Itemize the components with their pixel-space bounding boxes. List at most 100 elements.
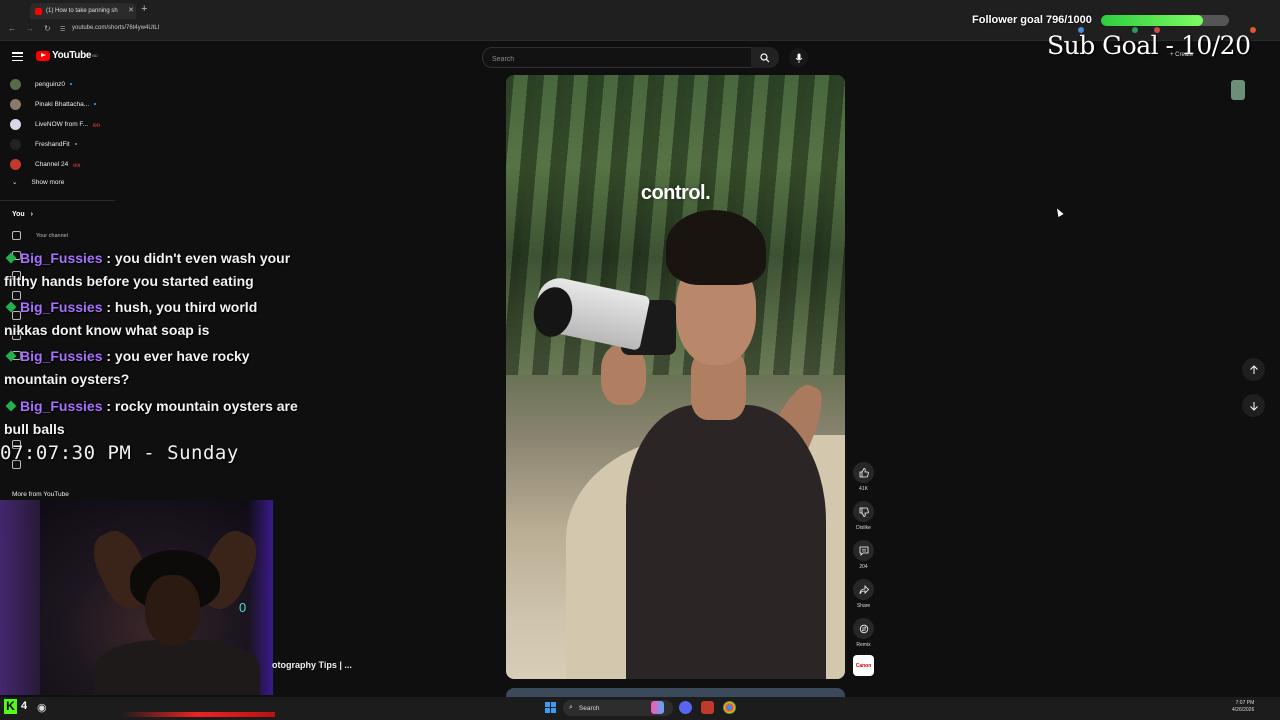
badge-icon <box>5 301 17 313</box>
new-content-dot <box>94 103 97 105</box>
channel-avatar <box>10 78 21 90</box>
dislike-button[interactable]: Dislike <box>852 501 875 531</box>
live-indicator: ((•)) <box>73 161 80 167</box>
subscription-item[interactable]: Pinaki Bhattacha... <box>10 97 97 111</box>
channel-avatar <box>10 158 21 170</box>
share-label: Share <box>856 603 871 609</box>
remix-icon <box>859 624 868 633</box>
chat-username: Big_Fussies <box>20 250 103 266</box>
tab-title: (1) How to take panning sh <box>46 8 118 14</box>
previous-short-button[interactable] <box>1242 358 1265 381</box>
back-icon[interactable]: ← <box>8 24 16 33</box>
youtube-play-icon <box>36 50 50 61</box>
channel-name: penguinz0 <box>35 80 65 88</box>
share-button[interactable]: Share <box>852 579 875 609</box>
live-indicator: ((•)) <box>93 121 100 127</box>
stream-clock: 07:07:30 PM - Sunday <box>0 442 239 464</box>
subscription-item[interactable]: FreshandFit <box>10 137 77 151</box>
new-tab-button[interactable]: + <box>141 3 147 15</box>
webcam-counter: 0 <box>239 600 247 615</box>
webcam-feed: 0 <box>0 500 273 695</box>
video-caption: control. <box>640 182 711 204</box>
channel-name: Pinaki Bhattacha... <box>35 100 90 108</box>
sidebar-divider <box>0 200 115 201</box>
follower-goal-bar <box>1101 15 1229 26</box>
badge-icon <box>5 252 17 264</box>
you-label: You <box>12 211 25 218</box>
taskbar-date: 4/26/2026 <box>1232 707 1255 713</box>
voice-search-button[interactable] <box>789 48 808 67</box>
search-icon: ⌕ <box>569 704 573 711</box>
tab-close-icon[interactable]: ✕ <box>126 3 136 19</box>
viewer-count: 4 <box>21 700 28 712</box>
show-more-label: Show more <box>31 178 65 186</box>
comments-count: 204 <box>859 564 868 570</box>
taskbar-clock[interactable]: 7:07 PM 4/26/2026 <box>1232 700 1254 714</box>
sidebar-item-your-channel[interactable]: Your channel <box>12 231 68 240</box>
create-button[interactable]: + Create <box>1170 52 1193 58</box>
badge-icon <box>5 400 17 412</box>
chat-message: Big_Fussies : rocky mountain oysters are… <box>4 395 304 440</box>
site-info-icon[interactable]: ☰ <box>60 26 65 33</box>
subscription-item[interactable]: LiveNOW from F... ((•)) <box>10 117 100 131</box>
youtube-logo[interactable]: YouTube BD <box>36 50 98 61</box>
show-more-button[interactable]: ⌄ Show more <box>12 178 65 187</box>
chat-message: Big_Fussies : hush, you third world nikk… <box>4 296 304 341</box>
search-button[interactable] <box>751 47 779 68</box>
video-title-fragment[interactable]: otography Tips | ... <box>272 660 352 670</box>
channel-name: FreshandFit <box>35 140 70 148</box>
overlay-accent-bar <box>120 712 275 717</box>
chat-username: Big_Fussies <box>20 299 103 315</box>
comment-icon <box>859 546 868 556</box>
discord-icon[interactable] <box>679 701 692 714</box>
app-icon[interactable] <box>701 701 714 714</box>
subscription-item[interactable]: Channel 24 ((•)) <box>10 157 80 171</box>
forward-icon[interactable]: → <box>26 24 34 33</box>
remix-button[interactable]: Remix <box>852 618 875 648</box>
follower-goal-label: Follower goal 796/1000 <box>972 14 1092 26</box>
taskbar-search-label: Search <box>578 704 600 712</box>
remix-label: Remix <box>856 642 871 648</box>
chat-message: Big_Fussies : you ever have rocky mounta… <box>4 345 304 390</box>
channel-avatar <box>10 138 21 150</box>
chevron-right-icon: › <box>30 211 33 218</box>
channel-icon <box>12 231 21 240</box>
kick-logo-icon: K <box>4 699 17 714</box>
shorts-video-player[interactable] <box>506 75 845 679</box>
subscription-item[interactable]: penguinz0 <box>10 77 72 91</box>
new-content-dot <box>74 143 77 145</box>
like-count: 41K <box>859 486 868 492</box>
like-button[interactable]: 41K <box>852 462 875 492</box>
channel-name: LiveNOW from F... <box>35 120 89 128</box>
chrome-icon[interactable] <box>723 701 736 714</box>
comments-button[interactable]: 204 <box>852 540 875 570</box>
eye-icon: ◉ <box>37 702 47 714</box>
browser-tab[interactable]: (1) How to take panning sh ✕ <box>30 3 136 19</box>
sidebar-item-label: Your channel <box>36 232 68 239</box>
new-content-dot <box>70 83 72 85</box>
search-box[interactable] <box>482 47 752 68</box>
widget-icon[interactable] <box>651 701 664 714</box>
channel-avatar-button[interactable]: Canon <box>853 655 874 676</box>
search-input[interactable] <box>490 55 734 64</box>
arrow-down-icon <box>1249 401 1258 411</box>
region-code: BD <box>92 53 98 58</box>
channel-name: Channel 24 <box>35 160 69 168</box>
thumbs-down-icon <box>859 507 869 517</box>
chat-username: Big_Fussies <box>20 348 103 364</box>
search-icon <box>760 52 770 62</box>
chat-message: Big_Fussies : you didn't even wash your … <box>4 247 304 292</box>
chevron-down-icon: ⌄ <box>12 179 18 186</box>
follower-goal-fill <box>1101 15 1203 26</box>
windows-start-icon[interactable] <box>545 702 556 713</box>
badge-icon <box>5 350 17 362</box>
you-section-header[interactable]: You › <box>12 211 33 218</box>
dislike-label: Dislike <box>856 525 871 531</box>
sub-goal-label: Sub Goal - 10/20 <box>1047 31 1251 60</box>
next-short-button[interactable] <box>1242 394 1265 417</box>
hamburger-menu-icon[interactable] <box>12 52 23 61</box>
reload-icon[interactable]: ↻ <box>44 24 51 33</box>
thumbs-up-icon <box>859 467 869 477</box>
url-field[interactable]: youtube.com/shorts/76t4yw4UtLI <box>72 25 159 31</box>
more-from-youtube-header: More from YouTube <box>12 491 69 498</box>
